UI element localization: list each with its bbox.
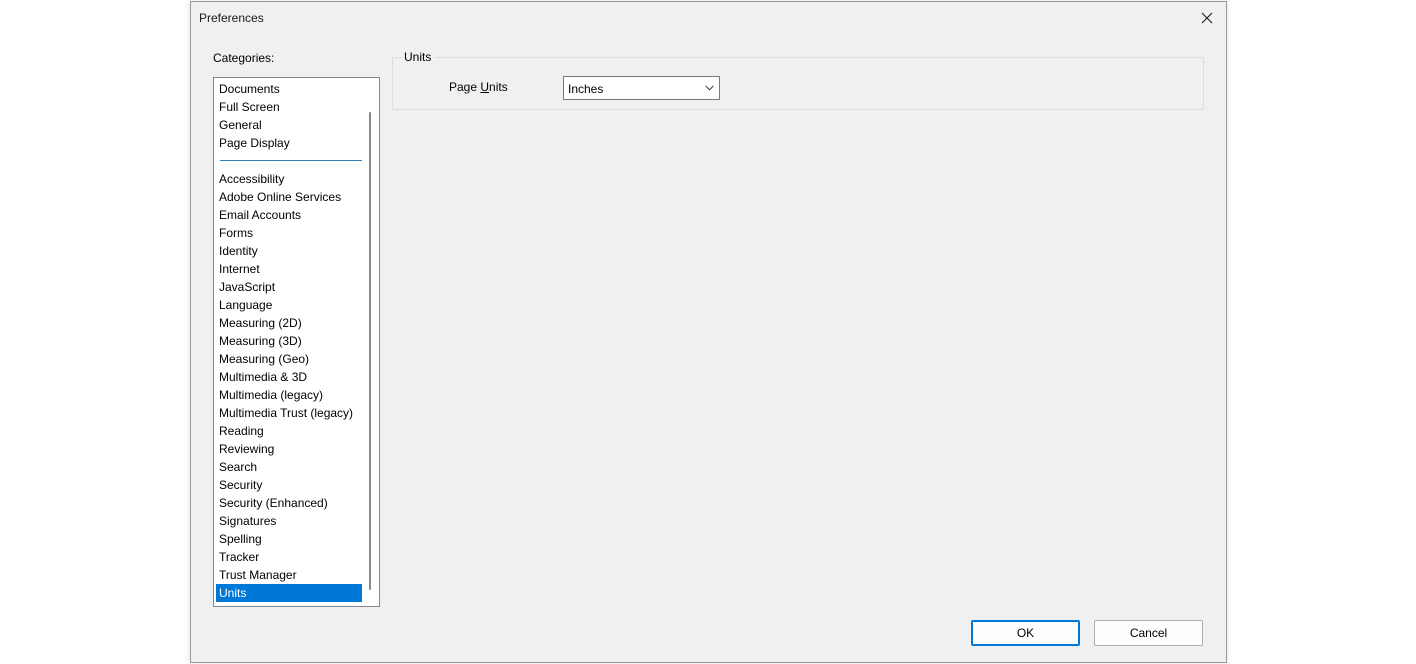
page-units-label-prefix: Page	[449, 80, 481, 94]
category-item-security-enhanced[interactable]: Security (Enhanced)	[216, 494, 362, 512]
categories-label: Categories:	[213, 51, 275, 65]
category-item-spelling[interactable]: Spelling	[216, 530, 362, 548]
categories-scrollbar[interactable]	[369, 112, 371, 590]
page-units-label-suffix: nits	[489, 80, 508, 94]
category-item-email-accounts[interactable]: Email Accounts	[216, 206, 362, 224]
category-item-trust-manager[interactable]: Trust Manager	[216, 566, 362, 584]
dialog-title: Preferences	[199, 11, 264, 25]
category-item-internet[interactable]: Internet	[216, 260, 362, 278]
category-item-javascript[interactable]: JavaScript	[216, 278, 362, 296]
title-bar: Preferences	[191, 2, 1226, 33]
page-units-dropdown[interactable]: Inches	[563, 76, 720, 100]
category-item-measuring-geo[interactable]: Measuring (Geo)	[216, 350, 362, 368]
category-item-documents[interactable]: Documents	[216, 80, 362, 98]
category-item-measuring-3d[interactable]: Measuring (3D)	[216, 332, 362, 350]
chevron-down-icon	[705, 85, 714, 91]
category-item-multimedia-trust-legacy[interactable]: Multimedia Trust (legacy)	[216, 404, 362, 422]
units-group-box	[392, 57, 1204, 110]
category-item-search[interactable]: Search	[216, 458, 362, 476]
units-group-title: Units	[401, 50, 435, 64]
category-item-identity[interactable]: Identity	[216, 242, 362, 260]
category-item-units[interactable]: Units	[216, 584, 362, 602]
cancel-button[interactable]: Cancel	[1094, 620, 1203, 646]
category-item-tracker[interactable]: Tracker	[216, 548, 362, 566]
category-item-multimedia-3d[interactable]: Multimedia & 3D	[216, 368, 362, 386]
ok-button[interactable]: OK	[971, 620, 1080, 646]
page-units-value: Inches	[568, 82, 604, 96]
category-item-measuring-2d[interactable]: Measuring (2D)	[216, 314, 362, 332]
category-separator	[216, 152, 362, 170]
preferences-dialog: Preferences Categories: Documents Full Sc…	[190, 1, 1227, 663]
close-icon	[1201, 12, 1213, 24]
category-item-security[interactable]: Security	[216, 476, 362, 494]
category-item-full-screen[interactable]: Full Screen	[216, 98, 362, 116]
category-item-language[interactable]: Language	[216, 296, 362, 314]
close-button[interactable]	[1192, 5, 1222, 31]
category-item-forms[interactable]: Forms	[216, 224, 362, 242]
category-item-accessibility[interactable]: Accessibility	[216, 170, 362, 188]
page-units-label: Page Units	[449, 80, 508, 94]
categories-list[interactable]: Documents Full Screen General Page Display A…	[213, 77, 380, 607]
page-units-label-accelerator: U	[480, 80, 490, 94]
categories-items: Documents Full Screen General Page Display A…	[216, 80, 362, 602]
category-item-page-display[interactable]: Page Display	[216, 134, 362, 152]
category-item-reading[interactable]: Reading	[216, 422, 362, 440]
category-item-multimedia-legacy[interactable]: Multimedia (legacy)	[216, 386, 362, 404]
category-item-adobe-online-services[interactable]: Adobe Online Services	[216, 188, 362, 206]
category-item-reviewing[interactable]: Reviewing	[216, 440, 362, 458]
category-item-signatures[interactable]: Signatures	[216, 512, 362, 530]
category-item-general[interactable]: General	[216, 116, 362, 134]
